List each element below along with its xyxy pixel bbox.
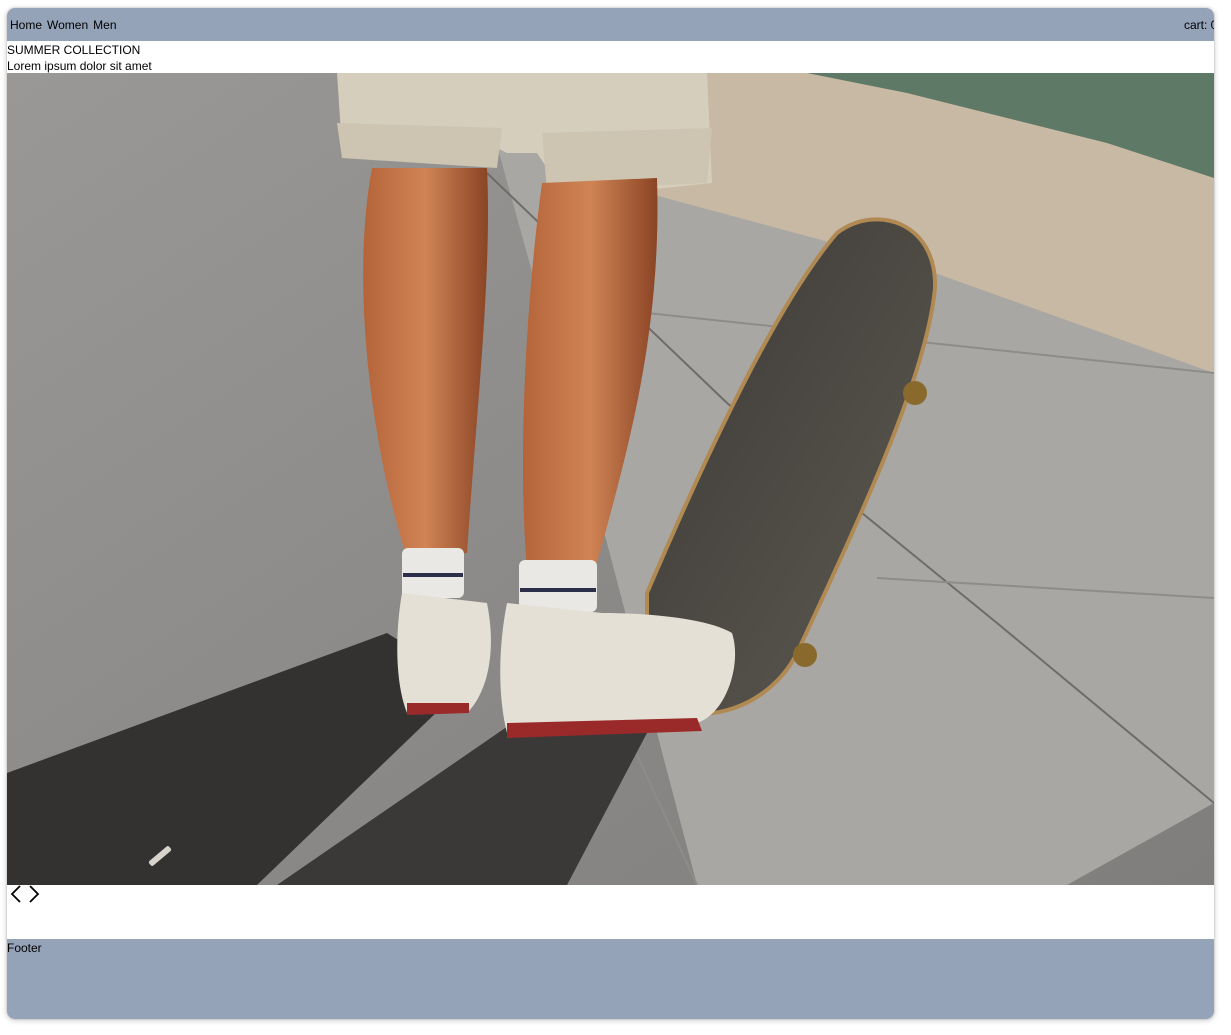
skateboard-photo bbox=[7, 73, 1214, 885]
slider-controls bbox=[8, 884, 42, 904]
footer-label: Footer bbox=[7, 941, 42, 955]
hero-subtitle: Lorem ipsum dolor sit amet bbox=[7, 59, 152, 73]
chevron-right-icon[interactable] bbox=[26, 884, 42, 904]
page: Home Women Men cart: 0 SUMMER COLLECTION… bbox=[7, 8, 1214, 1019]
hero-text: SUMMER COLLECTION Lorem ipsum dolor sit … bbox=[7, 42, 152, 74]
hero-slide-image bbox=[7, 73, 1214, 885]
nav-link-home[interactable]: Home bbox=[10, 18, 42, 32]
nav-link-women[interactable]: Women bbox=[47, 18, 88, 32]
nav-links: Home Women Men bbox=[10, 18, 117, 32]
nav-link-men[interactable]: Men bbox=[93, 18, 116, 32]
hero-title: SUMMER COLLECTION bbox=[7, 43, 141, 57]
top-nav: Home Women Men cart: 0 bbox=[7, 8, 1214, 41]
chevron-left-icon[interactable] bbox=[8, 884, 24, 904]
footer: Footer bbox=[7, 939, 1214, 1019]
cart-link[interactable]: cart: 0 bbox=[1184, 18, 1214, 32]
